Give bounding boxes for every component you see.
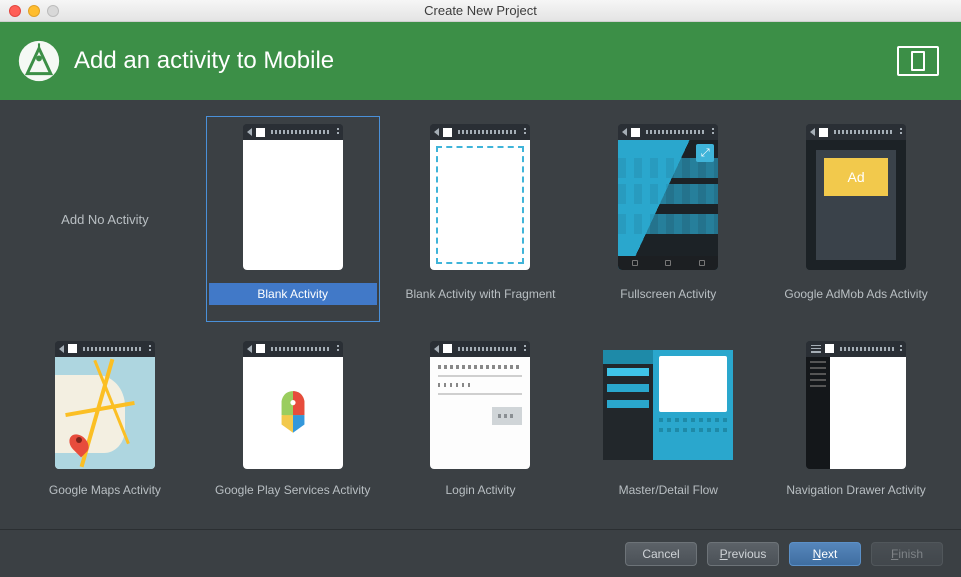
wizard-footer: Cancel Previous Next Finish [0, 529, 961, 577]
play-services-icon [267, 387, 319, 439]
hamburger-icon [811, 345, 821, 353]
next-button[interactable]: Next [789, 542, 861, 566]
template-label: Google Maps Activity [21, 479, 189, 501]
template-master-detail[interactable]: Master/Detail Flow [581, 336, 755, 518]
template-no-activity[interactable]: Add No Activity [18, 116, 192, 322]
wizard-header: Add an activity to Mobile [0, 22, 961, 100]
template-label: Blank Activity with Fragment [397, 283, 565, 305]
template-label: Blank Activity [209, 283, 377, 305]
android-studio-logo-icon [18, 40, 60, 82]
activity-gallery: Add No Activity Blank Activity Blank Act… [0, 100, 961, 529]
template-blank-fragment[interactable]: Blank Activity with Fragment [394, 116, 568, 322]
previous-button[interactable]: Previous [707, 542, 779, 566]
titlebar: Create New Project [0, 0, 961, 22]
template-admob[interactable]: Ad Google AdMob Ads Activity [769, 116, 943, 322]
template-label: Navigation Drawer Activity [772, 479, 940, 501]
template-label: Google Play Services Activity [209, 479, 377, 501]
map-pin-icon [71, 433, 87, 455]
device-category-icon [897, 46, 939, 76]
template-label: Login Activity [397, 479, 565, 501]
wizard-title: Add an activity to Mobile [74, 47, 334, 75]
no-activity-label: Add No Activity [61, 121, 148, 319]
template-label: Fullscreen Activity [584, 283, 752, 305]
template-play-services[interactable]: Google Play Services Activity [206, 336, 380, 518]
template-login[interactable]: Login Activity [394, 336, 568, 518]
cancel-button[interactable]: Cancel [625, 542, 697, 566]
template-blank-activity[interactable]: Blank Activity [206, 116, 380, 322]
template-label: Master/Detail Flow [584, 479, 752, 501]
window-title: Create New Project [0, 3, 961, 18]
ad-label: Ad [824, 158, 888, 196]
template-nav-drawer[interactable]: Navigation Drawer Activity [769, 336, 943, 518]
expand-icon: ⤢ [696, 144, 714, 162]
template-google-maps[interactable]: Google Maps Activity [18, 336, 192, 518]
template-label: Google AdMob Ads Activity [772, 283, 940, 305]
finish-button: Finish [871, 542, 943, 566]
template-fullscreen[interactable]: ⤢ Fullscreen Activity [581, 116, 755, 322]
